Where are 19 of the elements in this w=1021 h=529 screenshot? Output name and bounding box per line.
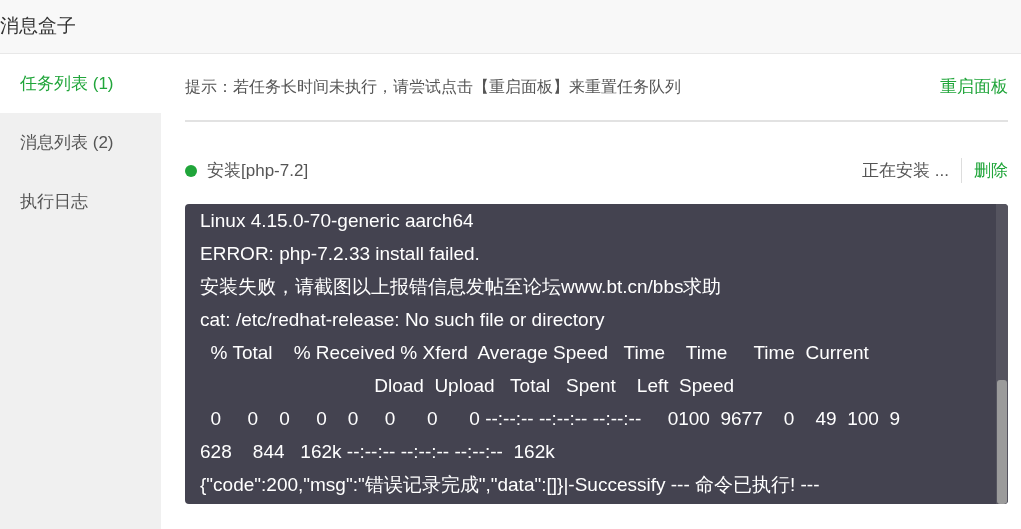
log-line: 安装失败，请截图以上报错信息发帖至论坛www.bt.cn/bbs求助 — [200, 275, 723, 299]
sidebar-item[interactable]: 执行日志 — [0, 172, 161, 231]
restart-panel-link[interactable]: 重启面板 — [940, 74, 1008, 100]
task-status: 正在安装 ... — [862, 157, 962, 184]
log-line: Dload Upload Total Spent Left Speed — [373, 374, 736, 398]
task-name: 安装[php-7.2] — [207, 159, 309, 182]
log-line: 628 844 162k --:--:-- --:--:-- --:--:-- 162k — [200, 440, 556, 464]
log-line: 0 0 0 0 0 0 0 0 --:--:-- --:--:-- --:--:-- 0100 9677 0 49 100 9 — [209, 407, 902, 431]
log-line: {"code":200,"msg":"错误记录完成","data":[]}|-Successify --- 命令已执行! --- — [200, 473, 821, 497]
tip-text: 提示：若任务长时间未执行，请尝试点击【重启面板】来重置任务队列 — [185, 77, 681, 97]
sidebar-item[interactable]: 消息列表 (2) — [0, 113, 161, 172]
scrollbar-thumb[interactable] — [997, 380, 1007, 504]
window-title: 消息盒子 — [0, 14, 76, 39]
log-line: ERROR: php-7.2.33 install failed. — [200, 242, 481, 266]
sidebar-item[interactable]: 任务列表 (1) — [0, 54, 161, 113]
log-line: % Total % Received % Xferd Average Speed Time Time Time Current — [209, 341, 870, 365]
log-line: cat: /etc/redhat-release: No such file or directory — [200, 308, 606, 332]
log-line: Linux 4.15.0-70-generic aarch64 — [200, 209, 475, 233]
delete-link[interactable]: 删除 — [962, 157, 1008, 184]
